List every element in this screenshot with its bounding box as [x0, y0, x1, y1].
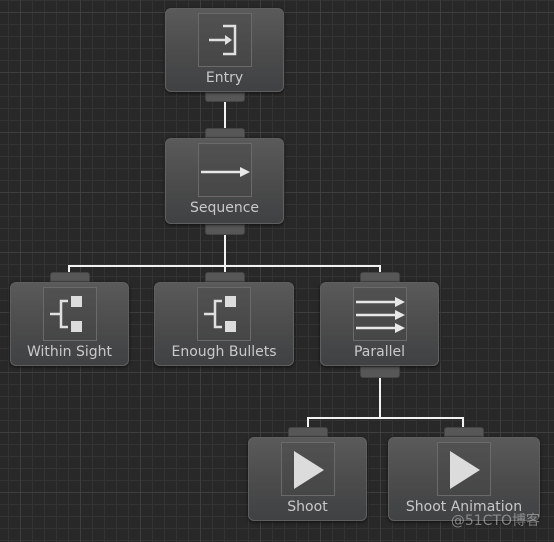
sequence-input-port[interactable]	[205, 128, 245, 138]
sequence-arrow-icon	[197, 143, 252, 197]
parallel-output-port[interactable]	[360, 366, 400, 378]
shoot-animation-input-port[interactable]	[444, 427, 484, 437]
play-icon	[280, 442, 335, 496]
within-sight-input-port[interactable]	[50, 272, 90, 282]
node-label: Sequence	[189, 200, 260, 216]
node-enough-bullets[interactable]: Enough Bullets	[154, 282, 294, 366]
node-entry[interactable]: Entry	[165, 8, 284, 92]
shoot-input-port[interactable]	[288, 427, 328, 437]
wire-to-parallel	[379, 265, 381, 272]
wire-to-shoot	[307, 417, 309, 427]
parallel-arrows-icon	[352, 287, 407, 341]
wire-sequence-down	[224, 235, 226, 267]
watermark: @51CTO博客	[450, 513, 540, 529]
entry-icon	[197, 13, 252, 67]
wire-to-shoot-animation	[462, 417, 464, 427]
entry-output-port[interactable]	[205, 92, 245, 102]
node-parallel[interactable]: Parallel	[320, 282, 439, 366]
enough-bullets-input-port[interactable]	[205, 272, 245, 282]
conditional-icon	[42, 287, 97, 341]
node-within-sight[interactable]: Within Sight	[10, 282, 129, 366]
node-shoot[interactable]: Shoot	[248, 437, 367, 521]
wire-to-enough-bullets	[224, 265, 226, 272]
node-label: Enough Bullets	[171, 344, 277, 360]
wire-to-within-sight	[68, 265, 70, 272]
play-icon	[437, 442, 491, 496]
node-sequence[interactable]: Sequence	[165, 138, 284, 224]
behavior-tree-canvas[interactable]: Entry Sequence Within Sight Enough Bulle…	[0, 0, 554, 542]
node-label: Parallel	[353, 344, 405, 360]
sequence-output-port[interactable]	[205, 224, 245, 235]
parallel-input-port[interactable]	[360, 272, 400, 282]
wire-parallel-down	[379, 378, 381, 419]
wire-entry-sequence	[224, 102, 226, 128]
node-shoot-animation[interactable]: Shoot Animation	[388, 437, 540, 521]
node-label: Within Sight	[26, 344, 113, 360]
node-label: Shoot	[287, 499, 328, 515]
wire-parallel-bus	[307, 417, 464, 419]
node-label: Entry	[205, 70, 244, 86]
conditional-icon	[197, 287, 251, 341]
